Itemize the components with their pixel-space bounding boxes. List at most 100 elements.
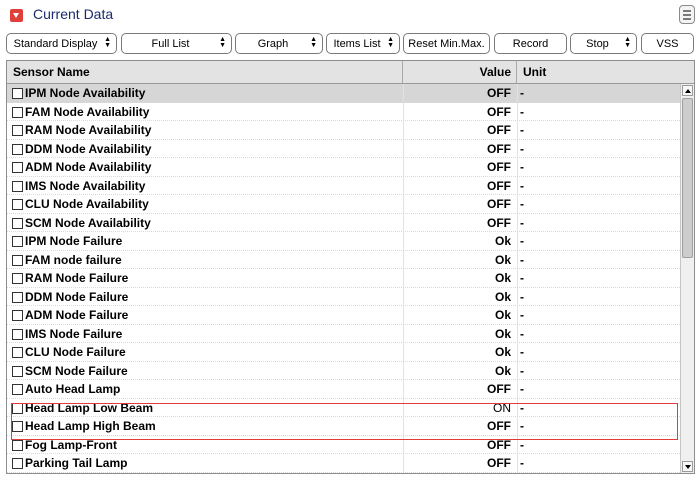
scroll-up-icon[interactable] xyxy=(682,85,693,96)
table-row[interactable]: DDM Node Failure Ok - xyxy=(7,287,680,306)
graph-label: Graph xyxy=(257,37,289,50)
cell-divider xyxy=(517,84,518,102)
row-checkbox[interactable] xyxy=(12,236,23,247)
header-unit[interactable]: Unit xyxy=(523,65,546,79)
cell-divider xyxy=(517,417,518,435)
row-checkbox[interactable] xyxy=(12,143,23,155)
header-value[interactable]: Value xyxy=(403,65,511,79)
table-row[interactable]: ADM Node Failure Ok - xyxy=(7,306,680,325)
sensor-unit: - xyxy=(520,289,524,304)
sensor-name: SCM Node Failure xyxy=(25,363,128,378)
up-down-arrows-icon: ▲ ▼ xyxy=(310,36,317,49)
table-row[interactable]: FAM Node Availability OFF - xyxy=(7,102,680,121)
up-down-arrows-icon: ▲ ▼ xyxy=(387,36,394,49)
stop-select[interactable]: Stop ▲ ▼ xyxy=(570,33,637,54)
row-checkbox[interactable] xyxy=(12,125,23,136)
row-checkbox[interactable] xyxy=(12,254,23,266)
cell-divider xyxy=(517,195,518,213)
row-checkbox[interactable] xyxy=(12,458,23,469)
row-checkbox[interactable] xyxy=(12,291,23,303)
cell-divider xyxy=(517,435,518,454)
table-row[interactable]: SCM Node Failure Ok - xyxy=(7,361,680,380)
row-checkbox[interactable] xyxy=(12,365,23,377)
items-list-label: Items List xyxy=(333,37,381,50)
cell-divider xyxy=(517,380,518,398)
vss-button[interactable]: VSS xyxy=(641,33,694,54)
row-checkbox[interactable] xyxy=(12,199,23,210)
reset-min-max-button[interactable]: Reset Min.Max. xyxy=(403,33,490,54)
sensor-value: OFF xyxy=(487,197,511,211)
row-checkbox[interactable] xyxy=(12,88,23,99)
sensor-unit: - xyxy=(520,400,524,415)
sensor-name: ADM Node Failure xyxy=(25,308,129,322)
table-row[interactable]: IPM Node Failure Ok - xyxy=(7,232,680,251)
row-checkbox[interactable] xyxy=(12,347,23,358)
table-row[interactable]: Head Lamp Low Beam ON - xyxy=(7,398,680,417)
table-row[interactable]: FAM node failure Ok - xyxy=(7,250,680,269)
sensor-value: OFF xyxy=(487,160,511,174)
table-row[interactable]: Auto Head Lamp OFF - xyxy=(7,380,680,399)
row-checkbox[interactable] xyxy=(12,402,23,414)
cell-divider xyxy=(517,250,518,269)
table-row[interactable]: RAM Node Availability OFF - xyxy=(7,121,680,140)
row-checkbox[interactable] xyxy=(12,162,23,173)
title-bar: Current Data xyxy=(0,0,700,30)
row-checkbox[interactable] xyxy=(12,217,23,229)
table-row[interactable]: Head Lamp High Beam OFF - xyxy=(7,417,680,436)
header-sensor-name[interactable]: Sensor Name xyxy=(13,65,90,79)
row-checkbox[interactable] xyxy=(12,106,23,118)
sensor-name: CLU Node Availability xyxy=(25,197,149,211)
table-row[interactable]: DDM Node Availability OFF - xyxy=(7,139,680,158)
table-row[interactable]: SCM Node Availability OFF - xyxy=(7,213,680,232)
row-checkbox[interactable] xyxy=(12,273,23,284)
row-checkbox[interactable] xyxy=(12,439,23,451)
cell-divider xyxy=(517,176,518,195)
graph-select[interactable]: Graph ▲ ▼ xyxy=(235,33,323,54)
sensor-unit: - xyxy=(520,382,524,396)
standard-display-select[interactable]: Standard Display ▲ ▼ xyxy=(6,33,117,54)
cell-divider xyxy=(517,213,518,232)
chevron-down-icon[interactable] xyxy=(10,9,23,22)
sensor-unit: - xyxy=(520,215,524,230)
sensor-unit: - xyxy=(520,141,524,156)
row-checkbox[interactable] xyxy=(12,310,23,321)
sensor-name: Head Lamp Low Beam xyxy=(25,400,154,415)
table-row[interactable]: IMS Node Availability OFF - xyxy=(7,176,680,195)
sensor-unit: - xyxy=(520,437,524,452)
sensor-value: OFF xyxy=(487,178,511,193)
sensor-unit: - xyxy=(520,234,524,248)
sensor-unit: - xyxy=(520,308,524,322)
sensor-name: RAM Node Failure xyxy=(25,271,129,285)
row-checkbox[interactable] xyxy=(12,180,23,192)
menu-icon[interactable] xyxy=(679,5,695,24)
scroll-down-icon[interactable] xyxy=(682,461,693,472)
table-row[interactable]: IMS Node Failure Ok - xyxy=(7,324,680,343)
scroll-thumb[interactable] xyxy=(682,98,693,258)
row-checkbox[interactable] xyxy=(12,421,23,432)
sensor-unit: - xyxy=(520,363,524,378)
record-button[interactable]: Record xyxy=(494,33,567,54)
sensor-value: OFF xyxy=(487,104,511,119)
sensor-value: Ok xyxy=(494,363,511,378)
sensor-name: FAM node failure xyxy=(25,252,122,267)
row-checkbox[interactable] xyxy=(12,328,23,340)
table-row[interactable]: RAM Node Failure Ok - xyxy=(7,269,680,288)
table-row[interactable]: ADM Node Availability OFF - xyxy=(7,158,680,177)
row-checkbox[interactable] xyxy=(12,384,23,395)
sensor-value: Ok xyxy=(494,289,511,304)
items-list-select[interactable]: Items List ▲ ▼ xyxy=(326,33,400,54)
full-list-select[interactable]: Full List ▲ ▼ xyxy=(121,33,232,54)
table-row[interactable]: CLU Node Availability OFF - xyxy=(7,195,680,214)
table-row[interactable]: CLU Node Failure Ok - xyxy=(7,343,680,362)
vertical-scrollbar[interactable] xyxy=(680,84,694,473)
sensor-name: ADM Node Availability xyxy=(25,160,152,174)
window-title: Current Data xyxy=(33,6,114,22)
sensor-unit: - xyxy=(520,104,524,119)
sensor-name: IMS Node Availability xyxy=(25,178,146,193)
table-row[interactable]: Fog Lamp-Front OFF - xyxy=(7,435,680,454)
header-divider xyxy=(516,61,517,83)
sensor-unit: - xyxy=(520,160,524,174)
table-row[interactable]: Parking Tail Lamp OFF - xyxy=(7,454,680,473)
sensor-name: Parking Tail Lamp xyxy=(25,456,128,470)
table-row[interactable]: IPM Node Availability OFF - xyxy=(7,84,680,103)
